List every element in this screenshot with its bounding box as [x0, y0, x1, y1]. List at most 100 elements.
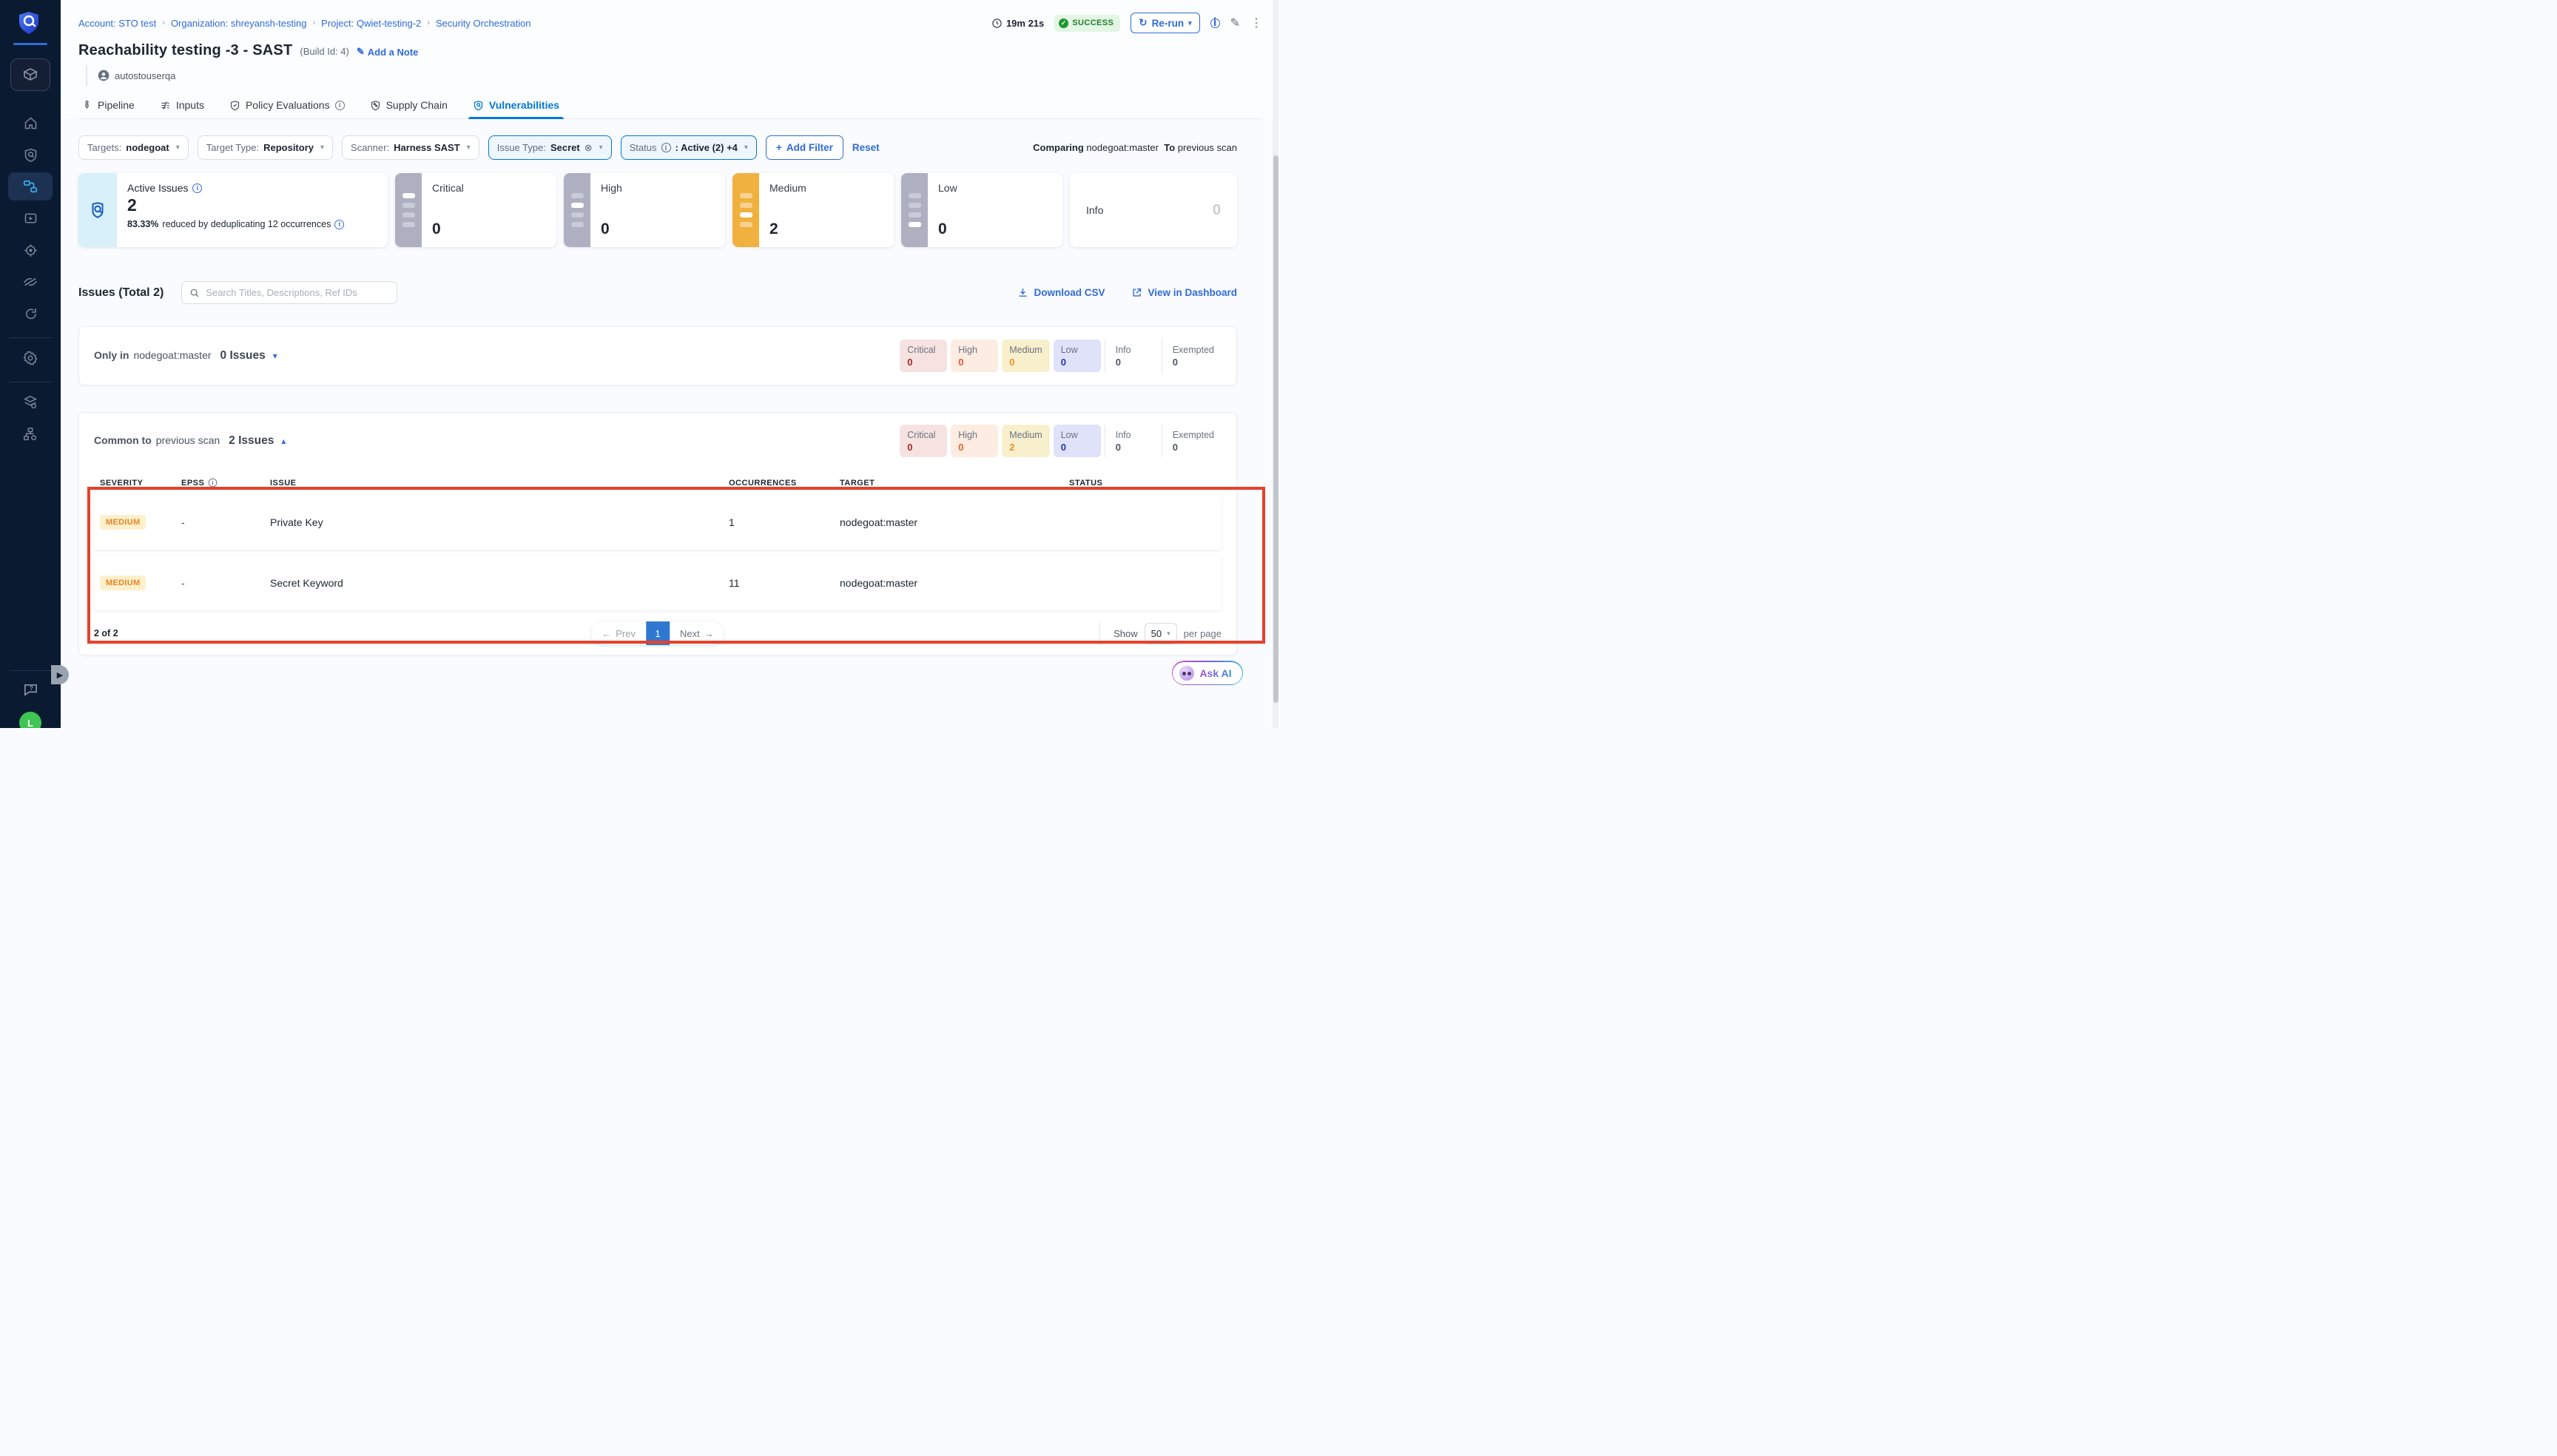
table-row[interactable]: MEDIUM - Secret Keyword 11 nodegoat:mast…	[94, 556, 1222, 610]
chevron-up-icon[interactable]: ▴	[281, 436, 286, 446]
sidebar-nav	[0, 109, 61, 452]
current-page-button[interactable]: 1	[646, 621, 670, 645]
page-size-control: Show 50▾ per page	[1099, 621, 1222, 645]
filter-targets[interactable]: Targets:nodegoat▾	[78, 135, 189, 160]
only-in-severity-chips: Critical0 High0 Medium0 Low0 Info0 Exemp…	[896, 340, 1222, 372]
filter-issue-type[interactable]: Issue Type:Secret ⊗ ▾	[488, 135, 612, 160]
sidebar-item-pipelines[interactable]	[8, 172, 53, 200]
tab-pipeline[interactable]: Pipeline	[80, 93, 136, 118]
exempted-chip: Exempted0	[1162, 425, 1222, 457]
page-size-select[interactable]: 50▾	[1145, 623, 1177, 644]
breadcrumb-project[interactable]: Project: Qwiet-testing-2	[321, 18, 421, 29]
edit-pencil-icon[interactable]: ✎	[1230, 16, 1240, 30]
filter-status[interactable]: Status i : Active (2) +4 ▾	[621, 135, 757, 160]
kebab-menu-icon[interactable]: ⋮	[1250, 16, 1262, 30]
low-label: Low	[938, 182, 1052, 194]
module-selector-cube-icon[interactable]	[10, 58, 50, 91]
pencil-icon: ✎	[357, 46, 365, 58]
only-in-header[interactable]: Only in nodegoat:master 0 Issues ▾	[94, 349, 277, 363]
page-header: Account: STO test › Organization: shreya…	[61, 0, 1278, 119]
rerun-button[interactable]: ↻ Re-run ▾	[1131, 13, 1199, 33]
sidebar-divider	[9, 670, 52, 671]
sidebar-item-settings[interactable]	[8, 344, 53, 372]
info-icon[interactable]: i	[335, 101, 345, 110]
issue-name: Private Key	[270, 516, 729, 528]
pager: ←Prev 1 Next→	[591, 621, 724, 645]
scrollbar[interactable]	[1273, 0, 1278, 728]
tab-vulnerabilities[interactable]: Vulnerabilities	[471, 93, 561, 118]
breadcrumb-section[interactable]: Security Orchestration	[436, 18, 531, 29]
chevron-down-icon[interactable]: ▾	[273, 351, 277, 361]
user-avatar[interactable]: L	[19, 712, 41, 728]
scrollbar-thumb[interactable]	[1273, 155, 1278, 703]
sidebar-item-executions[interactable]	[8, 204, 53, 232]
executions-icon	[23, 211, 38, 226]
sidebar-item-home[interactable]	[8, 109, 53, 137]
sidebar-item-governance[interactable]	[8, 420, 53, 448]
search-input[interactable]	[206, 287, 389, 298]
high-chip: High0	[951, 340, 998, 372]
issues-search[interactable]	[181, 281, 397, 304]
breadcrumb-organization[interactable]: Organization: shreyansh-testing	[171, 18, 307, 29]
tab-policy-evaluations[interactable]: Policy Evaluations i	[228, 93, 346, 118]
reset-filters-link[interactable]: Reset	[852, 142, 880, 153]
medium-chip: Medium2	[1002, 425, 1049, 457]
info-icon[interactable]: i	[209, 479, 218, 488]
severity-badge: MEDIUM	[100, 576, 146, 590]
remove-filter-icon[interactable]: ⊗	[584, 142, 593, 154]
pagination-range: 2 of 2	[94, 628, 118, 638]
tab-supply-chain[interactable]: Supply Chain	[368, 93, 449, 118]
hierarchy-gear-icon	[22, 426, 38, 442]
chevron-down-icon: ▾	[176, 144, 180, 152]
filter-bar: Targets:nodegoat▾ Target Type:Repository…	[78, 135, 1237, 160]
column-target: TARGET	[840, 479, 1069, 488]
vulnerabilities-content: Targets:nodegoat▾ Target Type:Repository…	[61, 135, 1278, 655]
user-circle-icon	[98, 70, 110, 81]
sidebar-item-targets[interactable]	[8, 236, 53, 264]
target-icon	[23, 243, 38, 258]
occurrences-value: 1	[729, 516, 840, 528]
active-issues-count: 2	[127, 195, 344, 215]
logo-underline	[13, 43, 47, 45]
tab-bar: Pipeline Inputs Policy Evaluations i Sup…	[78, 93, 1262, 119]
clock-icon	[991, 18, 1003, 29]
tab-inputs[interactable]: Inputs	[158, 93, 206, 118]
add-filter-button[interactable]: +Add Filter	[766, 135, 843, 160]
shield-scan-icon	[473, 100, 484, 111]
filter-scanner[interactable]: Scanner:Harness SAST▾	[342, 135, 479, 160]
info-icon[interactable]: i	[1210, 18, 1220, 28]
chevron-down-icon: ▾	[599, 144, 603, 152]
breadcrumb-account[interactable]: Account: STO test	[78, 18, 156, 29]
ask-ai-button[interactable]: Ask AI	[1172, 661, 1243, 685]
sidebar-item-overview[interactable]	[8, 141, 53, 169]
filter-target-type[interactable]: Target Type:Repository▾	[198, 135, 333, 160]
prev-page-button[interactable]: ←Prev	[591, 622, 646, 645]
common-section: Common to previous scan 2 Issues ▴ Criti…	[78, 412, 1237, 655]
add-note-link[interactable]: ✎Add a Note	[357, 46, 419, 58]
eye-off-icon	[22, 274, 38, 290]
sidebar-item-test-targets[interactable]	[8, 268, 53, 296]
harness-sto-logo-icon[interactable]	[16, 10, 45, 36]
info-icon[interactable]: i	[334, 220, 344, 229]
medium-chip: Medium0	[1002, 340, 1049, 372]
info-icon[interactable]: i	[192, 183, 202, 193]
sidebar-item-tokens[interactable]	[8, 300, 53, 328]
page-title: Reachability testing -3 - SAST	[78, 42, 292, 59]
arrow-left-icon: ←	[602, 628, 611, 639]
active-issues-label: Active Issues i	[127, 182, 344, 194]
table-row[interactable]: MEDIUM - Private Key 1 nodegoat:master	[94, 495, 1222, 550]
view-in-dashboard-button[interactable]: View in Dashboard	[1131, 287, 1237, 298]
download-csv-button[interactable]: Download CSV	[1017, 287, 1105, 298]
severity-level-icon	[564, 173, 590, 247]
chevron-down-icon: ▾	[744, 144, 748, 152]
severity-level-icon	[395, 173, 422, 247]
pipeline-icon	[22, 178, 38, 195]
common-header[interactable]: Common to previous scan 2 Issues ▴	[94, 434, 286, 448]
app-window: ? L ▶ Account: STO test › Organization: …	[0, 0, 1278, 728]
info-count: 0	[1213, 202, 1221, 219]
sidebar-item-default-settings[interactable]	[8, 388, 53, 417]
next-page-button[interactable]: Next→	[670, 622, 724, 645]
column-issue: ISSUE	[270, 479, 729, 488]
pagination: 2 of 2 ←Prev 1 Next→ Show 50▾ per page	[94, 621, 1222, 646]
severity-level-icon	[732, 173, 759, 247]
